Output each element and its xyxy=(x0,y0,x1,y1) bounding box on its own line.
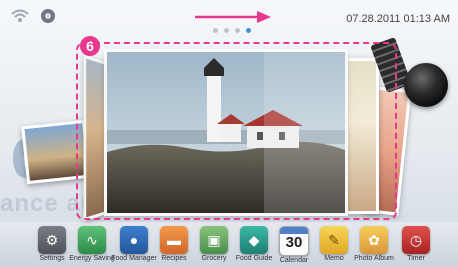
page-dot-active[interactable] xyxy=(246,28,251,33)
page-dot[interactable] xyxy=(224,28,229,33)
grocery-basket-icon: ▣ xyxy=(200,226,228,254)
step-number-badge: 6 xyxy=(80,36,100,56)
photo-widget-highlight xyxy=(76,42,397,220)
app-dock: ⚙ Settings ∿ Energy Saving ● Food Manage… xyxy=(0,222,458,267)
energy-wave-icon: ∿ xyxy=(78,226,106,254)
recipes-pot-icon: ▬ xyxy=(160,226,188,254)
settings-status-icon xyxy=(41,9,55,23)
swipe-right-arrow-icon xyxy=(195,11,271,23)
food-guide-icon: ◆ xyxy=(240,226,268,254)
settings-gear-icon: ⚙ xyxy=(38,226,66,254)
food-manager-icon: ● xyxy=(120,226,148,254)
camera-lens-icon[interactable] xyxy=(404,63,448,107)
page-dot[interactable] xyxy=(213,28,218,33)
timer-clock-icon: ◷ xyxy=(402,226,430,254)
refrigerator-home-screen: dicon ance authority 07.28.2011 01:13 AM xyxy=(0,0,458,267)
wifi-icon xyxy=(11,9,29,22)
page-indicator xyxy=(213,28,251,33)
photo-album-flower-icon: ✿ xyxy=(360,226,388,254)
app-timer[interactable]: ◷ Timer xyxy=(390,226,442,262)
page-dot[interactable] xyxy=(235,28,240,33)
clock: 07.28.2011 01:13 AM xyxy=(346,13,450,25)
calendar-icon: 30 xyxy=(279,226,309,256)
memo-icon: ✎ xyxy=(320,226,348,254)
